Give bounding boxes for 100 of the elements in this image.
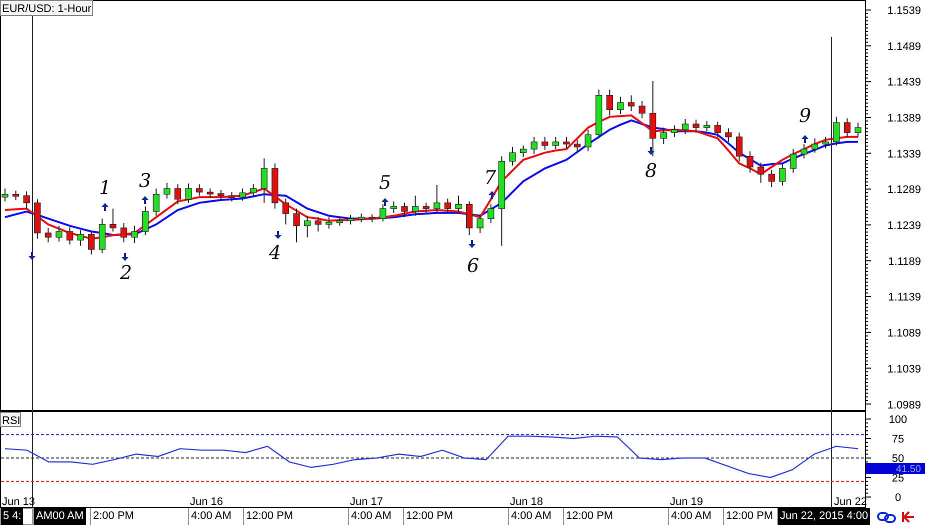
candlestick xyxy=(401,202,408,218)
candlestick xyxy=(530,136,538,155)
price-axis-label: 1.1439 xyxy=(887,76,921,89)
candlestick xyxy=(142,206,149,236)
candlestick xyxy=(196,184,203,196)
candlestick xyxy=(671,124,678,138)
annotation-number: 7 xyxy=(484,167,496,189)
candlestick xyxy=(617,96,624,114)
candlestick xyxy=(714,121,721,138)
candlestick xyxy=(358,213,365,223)
candlestick xyxy=(736,132,743,162)
value-tag: 41.50 xyxy=(866,463,925,475)
down-arrow-icon xyxy=(468,240,476,248)
jump-to-start-icon[interactable] xyxy=(901,510,915,522)
candlestick xyxy=(476,214,484,234)
candlestick xyxy=(347,214,354,225)
down-arrow-icon xyxy=(122,253,128,261)
candlestick xyxy=(833,116,840,146)
candlestick xyxy=(228,192,236,202)
candlestick xyxy=(218,189,224,200)
candlestick xyxy=(422,202,430,214)
candlestick xyxy=(509,146,516,166)
candlestick xyxy=(563,136,570,149)
candlestick xyxy=(466,200,473,236)
time-label: 4:00 AM xyxy=(668,508,714,525)
annotation-number: 8 xyxy=(644,160,658,182)
candlestick xyxy=(412,195,419,216)
chart-title: EUR/USD: 1-Hour xyxy=(0,0,93,16)
candlestick xyxy=(34,198,41,240)
time-label: 5 4: xyxy=(0,508,24,525)
annotation-number: 2 xyxy=(120,262,132,284)
candlestick xyxy=(768,169,775,188)
candlestick xyxy=(520,145,527,158)
time-label: 4:00 AM xyxy=(508,508,554,525)
candlestick xyxy=(660,127,667,145)
candlestick xyxy=(88,231,95,255)
up-arrow-icon xyxy=(102,203,108,211)
candlestick xyxy=(638,100,646,119)
rsi-axis-label: 50 xyxy=(892,453,904,466)
candlestick xyxy=(584,129,592,152)
candlestick xyxy=(455,195,462,214)
candlestick xyxy=(12,190,20,200)
annotation-number: 3 xyxy=(138,170,152,192)
date-label: Jun 18 xyxy=(510,496,544,508)
candlestick xyxy=(704,120,710,132)
annotation-number: 1 xyxy=(98,177,112,199)
candlestick xyxy=(152,188,160,216)
candlestick xyxy=(293,208,300,243)
candlestick xyxy=(272,162,278,210)
candlestick xyxy=(131,225,138,244)
candlestick xyxy=(185,183,192,204)
price-axis-label: 1.1189 xyxy=(888,256,921,268)
up-arrow-icon xyxy=(142,196,148,204)
rsi-axis-label: 25 xyxy=(892,472,904,485)
candlestick xyxy=(368,214,376,223)
time-label: 12:00 PM xyxy=(243,508,296,525)
candlestick xyxy=(239,188,246,202)
price-axis-label: 1.1239 xyxy=(887,220,921,232)
candlestick xyxy=(164,182,170,200)
candlestick xyxy=(314,216,322,232)
candlestick xyxy=(44,227,52,243)
candlestick xyxy=(56,225,62,242)
time-label: 4:00 AM xyxy=(348,508,394,525)
up-arrow-icon xyxy=(382,198,388,206)
time-label: 2:00 PM xyxy=(90,508,136,525)
annotation-number: 4 xyxy=(268,242,282,264)
candlestick xyxy=(174,184,182,205)
down-arrow-icon xyxy=(28,252,36,260)
time-label: 4:00 AM xyxy=(188,508,234,525)
down-arrow-icon xyxy=(274,231,282,239)
candlestick xyxy=(692,119,700,134)
candlestick xyxy=(844,118,850,138)
candlestick xyxy=(628,94,635,112)
candlestick xyxy=(682,118,689,135)
annotation-number: 9 xyxy=(798,105,812,127)
candlestick xyxy=(758,162,764,184)
candlestick xyxy=(596,89,602,139)
candlestick xyxy=(444,198,451,214)
candlestick xyxy=(812,138,818,154)
candlestick xyxy=(790,148,797,174)
price-axis-label: 1.1489 xyxy=(887,40,921,53)
candlestick xyxy=(250,184,257,197)
time-label: 12:00 PM xyxy=(403,508,456,525)
annotation-number: 5 xyxy=(378,172,392,194)
candlestick xyxy=(854,122,862,138)
candlestick xyxy=(120,222,128,243)
candlestick xyxy=(725,128,732,142)
candlestick xyxy=(542,136,548,150)
candlestick xyxy=(822,136,829,149)
candlestick xyxy=(23,190,30,210)
candlestick xyxy=(336,216,344,226)
price-axis-label: 1.1089 xyxy=(887,328,921,340)
time-label: 12:00 PM xyxy=(723,508,776,525)
candlestick xyxy=(206,188,214,198)
candlestick xyxy=(552,136,559,150)
link-icon[interactable] xyxy=(877,510,897,522)
rsi-axis-label: 0 xyxy=(894,492,902,504)
price-axis-label: 1.1039 xyxy=(887,363,921,376)
annotation-number: 6 xyxy=(466,255,480,277)
candlestick xyxy=(2,188,8,202)
